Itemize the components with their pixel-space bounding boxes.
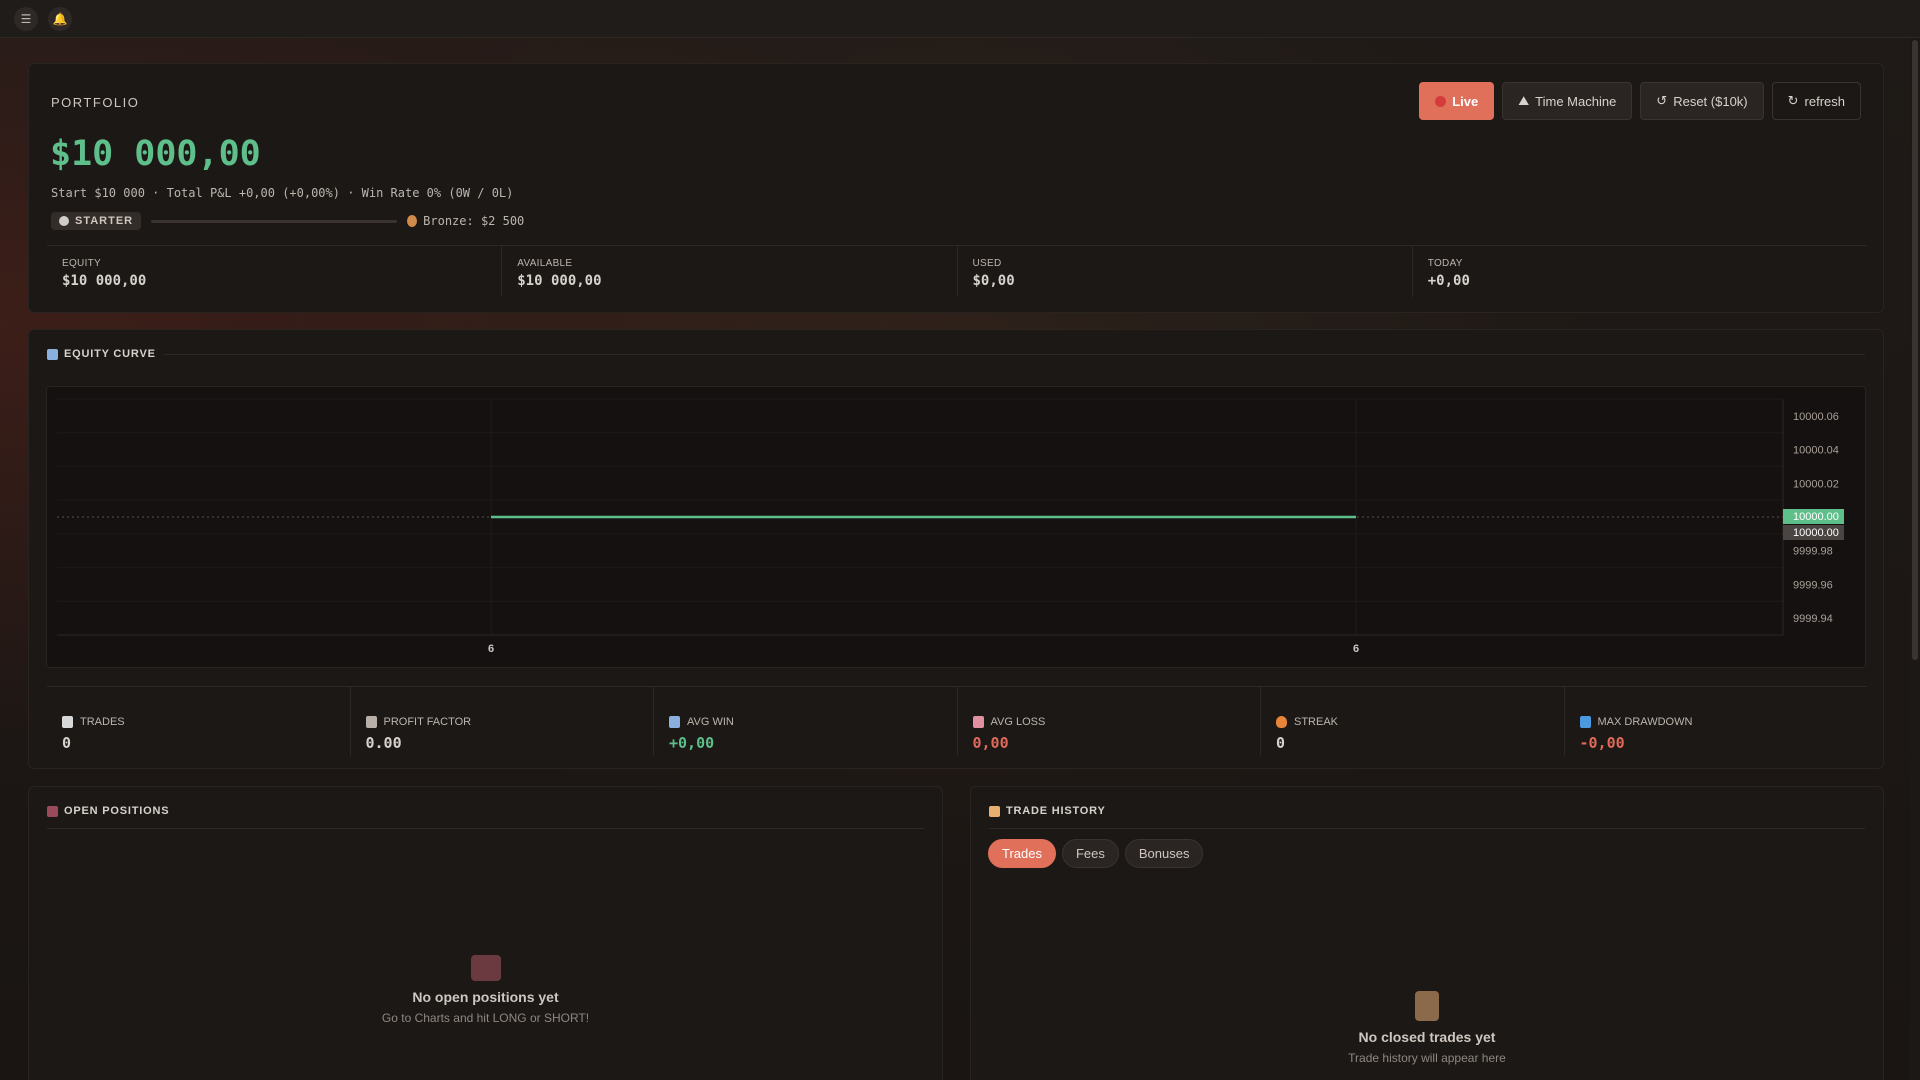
medal-icon bbox=[407, 215, 418, 227]
stat-profit-factor: PROFIT FACTOR 0.00 bbox=[349, 687, 654, 756]
y-tick-label: 9999.98 bbox=[1793, 546, 1833, 558]
portfolio-balance: $10 000,00 bbox=[50, 134, 261, 174]
document-icon bbox=[62, 716, 73, 728]
tier-progress-bar bbox=[151, 219, 398, 223]
stat-equity: EQUITY $10 000,00 bbox=[62, 258, 147, 289]
scrollbar[interactable] bbox=[1910, 38, 1920, 1080]
tab-trades[interactable]: Trades bbox=[988, 839, 1056, 868]
time-machine-button[interactable]: ⛰ Time Machine bbox=[1502, 82, 1633, 120]
history-tabs: Trades Fees Bonuses bbox=[988, 839, 1204, 868]
tier-row: STARTER Bronze: $2 500 bbox=[51, 212, 524, 230]
reset-button[interactable]: ↺ Reset ($10k) bbox=[1640, 82, 1764, 120]
stat-used: USED $0,00 bbox=[956, 246, 1412, 297]
menu-icon[interactable]: ☰ bbox=[14, 6, 38, 31]
chart-icon bbox=[47, 348, 58, 360]
portfolio-title: PORTFOLIO bbox=[51, 95, 140, 110]
scroll-icon bbox=[1415, 991, 1439, 1021]
y-tick-label: 9999.94 bbox=[1793, 613, 1833, 625]
mountain-icon: ⛰ bbox=[1518, 93, 1530, 108]
y-tick-label: 10000.04 bbox=[1793, 445, 1839, 457]
stat-trades: TRADES 0 bbox=[62, 716, 125, 752]
open-positions-panel: OPEN POSITIONS No open positions yet Go … bbox=[28, 786, 943, 1080]
tier-badge: STARTER bbox=[51, 212, 142, 230]
history-title: TRADE HISTORY bbox=[989, 805, 1106, 817]
equity-panel: EQUITY CURVE 10000.06 10000.04 10000.02 999… bbox=[28, 329, 1884, 769]
fire-icon bbox=[1276, 716, 1287, 728]
positions-title: OPEN POSITIONS bbox=[47, 805, 169, 817]
tier-dot-icon bbox=[59, 216, 69, 226]
chart-up-icon bbox=[669, 716, 680, 728]
history-empty-state: No closed trades yet Trade history will … bbox=[971, 991, 1883, 1065]
drawdown-icon bbox=[1579, 716, 1591, 728]
refresh-button[interactable]: ↻ refresh bbox=[1771, 82, 1861, 120]
trade-history-panel: TRADE HISTORY Trades Fees Bonuses No clo… bbox=[970, 786, 1884, 1080]
portfolio-stats: EQUITY $10 000,00 AVAILABLE $10 000,00 U… bbox=[47, 245, 1867, 297]
equity-stats: TRADES 0 PROFIT FACTOR 0.00 AVG WIN +0,0… bbox=[47, 686, 1867, 756]
reset-icon: ↺ bbox=[1656, 93, 1668, 108]
y-tick-label: 10000.06 bbox=[1793, 411, 1839, 423]
refresh-icon: ↻ bbox=[1787, 93, 1799, 108]
positions-empty-state: No open positions yet Go to Charts and h… bbox=[29, 955, 942, 1025]
equity-chart-svg: 10000.06 10000.04 10000.02 9999.98 9999.96 99… bbox=[57, 398, 1844, 655]
stat-today: TODAY +0,00 bbox=[1411, 246, 1867, 297]
y-tick-label: 10000.02 bbox=[1793, 478, 1839, 490]
top-bar: ☰ 🔔 bbox=[0, 0, 1920, 38]
briefcase-icon bbox=[47, 805, 58, 817]
scale-icon bbox=[365, 716, 377, 728]
equity-title: EQUITY CURVE bbox=[47, 348, 156, 360]
tab-fees[interactable]: Fees bbox=[1061, 839, 1119, 868]
y-marker-label: 10000.00 bbox=[1793, 527, 1839, 539]
portfolio-panel: PORTFOLIO $10 000,00 Start $10 000 · Tot… bbox=[28, 63, 1884, 313]
stat-streak: STREAK 0 bbox=[1260, 687, 1564, 756]
briefcase-icon bbox=[470, 955, 501, 981]
y-tick-label: 9999.96 bbox=[1793, 579, 1833, 591]
chart-down-icon bbox=[972, 716, 984, 728]
y-marker-label: 10000.00 bbox=[1793, 511, 1839, 523]
bell-icon[interactable]: 🔔 bbox=[48, 6, 72, 31]
stat-avg-win: AVG WIN +0,00 bbox=[653, 687, 957, 756]
stat-available: AVAILABLE $10 000,00 bbox=[501, 246, 956, 297]
tab-bonuses[interactable]: Bonuses bbox=[1124, 839, 1204, 868]
live-dot-icon bbox=[1435, 95, 1447, 107]
x-tick-label: 6 bbox=[1353, 643, 1359, 655]
equity-chart[interactable]: 10000.06 10000.04 10000.02 9999.98 9999.96 99… bbox=[46, 386, 1866, 668]
next-tier: Bronze: $2 500 bbox=[407, 214, 524, 228]
stat-max-drawdown: MAX DRAWDOWN -0,00 bbox=[1563, 687, 1868, 756]
portfolio-actions: Live ⛰ Time Machine ↺ Reset ($10k) ↻ refres… bbox=[1419, 82, 1861, 120]
stat-avg-loss: AVG LOSS 0,00 bbox=[956, 687, 1261, 756]
receipt-icon bbox=[989, 805, 1000, 817]
x-tick-label: 6 bbox=[488, 643, 494, 655]
live-button[interactable]: Live bbox=[1419, 82, 1495, 120]
portfolio-summary: Start $10 000 · Total P&L +0,00 (+0,00%)… bbox=[51, 186, 514, 200]
